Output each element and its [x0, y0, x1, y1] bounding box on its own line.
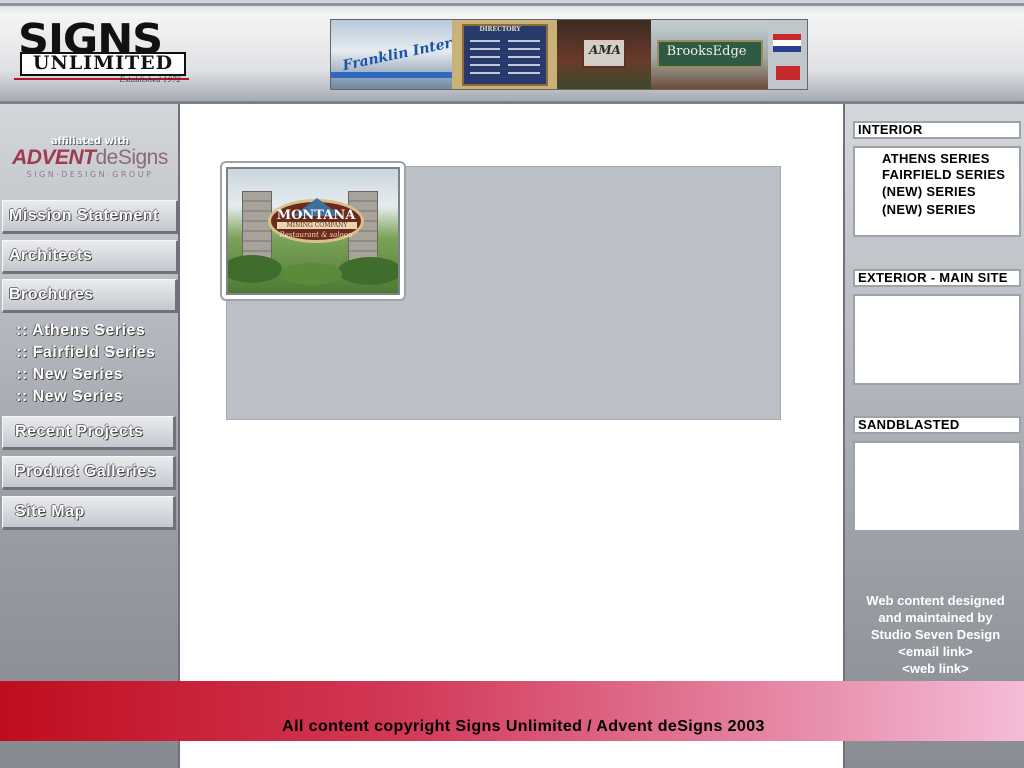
ama-sign-photo: AMA — [557, 20, 651, 89]
email-link[interactable]: <email link> — [845, 643, 1024, 660]
brooksedge-sign-photo: BrooksEdge — [650, 20, 769, 89]
signs-unlimited-logo[interactable]: SIGNS UNLIMITED Established 1972 — [14, 15, 189, 88]
advent-brand: ADVENTdeSigns — [12, 146, 168, 169]
right-sidebar: INTERIOR ATHENS SERIES FAIRFIELD SERIES … — [843, 104, 1024, 768]
header-photo-strip: Franklin International DIRECTORY AMA Bro… — [330, 19, 808, 90]
brochure-new-series-link[interactable]: :: New Series — [16, 388, 123, 406]
sign-title: MONTANA — [276, 208, 356, 223]
montana-oval-sign: MONTANA MINING COMPANY Restaurant & salo… — [268, 198, 364, 243]
exterior-heading: EXTERIOR - MAIN SITE — [853, 269, 1021, 287]
sandblasted-heading: SANDBLASTED — [853, 416, 1021, 434]
nav-mission-statement[interactable]: Mission Statement — [2, 200, 179, 234]
copyright-text: All content copyright Signs Unlimited / … — [282, 718, 765, 735]
interior-new-series-link[interactable]: (NEW) SERIES — [882, 184, 976, 199]
flag-sign-photo — [768, 20, 808, 89]
advent-tagline: SIGN·DESIGN·GROUP — [26, 170, 154, 179]
featured-photo-frame[interactable]: MONTANA MINING COMPANY Restaurant & salo… — [220, 161, 406, 301]
interior-athens-link[interactable]: ATHENS SERIES — [882, 151, 990, 166]
interior-list: ATHENS SERIES FAIRFIELD SERIES (NEW) SER… — [853, 146, 1021, 237]
logo-established: Established 1972 — [119, 76, 181, 84]
ama-caption: AMA — [589, 43, 621, 57]
sign-tagline: Restaurant & saloon — [279, 231, 353, 239]
brochure-athens-link[interactable]: :: Athens Series — [16, 322, 145, 340]
web-link[interactable]: <web link> — [845, 660, 1024, 677]
exterior-list — [853, 294, 1021, 385]
brooksedge-caption: BrooksEdge — [666, 44, 747, 59]
nav-recent-projects[interactable]: Recent Projects — [2, 416, 176, 450]
logo-line2: UNLIMITED — [20, 52, 186, 76]
footer-bottom-strip — [180, 741, 843, 768]
header-top-line — [0, 3, 1024, 6]
advent-designs-logo[interactable]: affiliated with ADVENTdeSigns SIGN·DESIG… — [4, 136, 176, 179]
nav-site-map[interactable]: Site Map — [2, 496, 176, 530]
franklin-sign-photo: Franklin International — [331, 20, 452, 89]
nav-brochures[interactable]: Brochures — [2, 279, 178, 313]
nav-architects[interactable]: Architects — [2, 240, 179, 274]
brochure-new-series-link[interactable]: :: New Series — [16, 366, 123, 384]
interior-fairfield-link[interactable]: FAIRFIELD SERIES — [882, 167, 1005, 182]
directory-caption: DIRECTORY — [479, 26, 521, 33]
montana-mining-sign-photo: MONTANA MINING COMPANY Restaurant & salo… — [226, 167, 400, 295]
sign-subtitle: MINING COMPANY — [277, 222, 357, 229]
interior-heading: INTERIOR — [853, 121, 1021, 139]
brochure-fairfield-link[interactable]: :: Fairfield Series — [16, 344, 155, 362]
sandblasted-list — [853, 441, 1021, 532]
nav-product-galleries[interactable]: Product Galleries — [2, 456, 176, 490]
directory-sign-photo: DIRECTORY — [451, 20, 558, 89]
main-content: MONTANA MINING COMPANY Restaurant & salo… — [180, 104, 843, 681]
franklin-sign-caption: Franklin International — [341, 21, 452, 75]
site-credits: Web content designed and maintained by S… — [845, 592, 1024, 677]
interior-new-series-link[interactable]: (NEW) SERIES — [882, 202, 976, 217]
page-header: SIGNS UNLIMITED Established 1972 Frankli… — [0, 0, 1024, 104]
footer-band: All content copyright Signs Unlimited / … — [0, 681, 1024, 741]
